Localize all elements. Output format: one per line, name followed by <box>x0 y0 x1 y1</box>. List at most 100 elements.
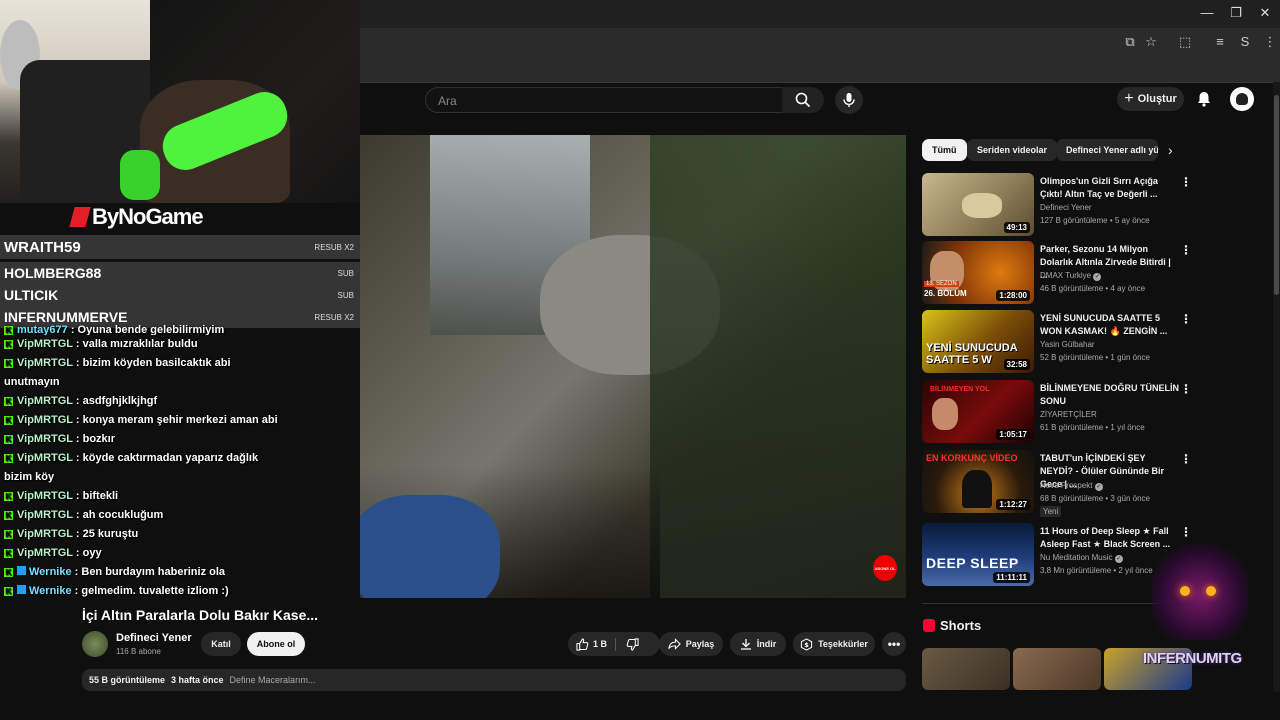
chip-all[interactable]: Tümü <box>922 139 967 161</box>
sub-tag: RESUB X2 <box>314 312 354 322</box>
chat-message: K VipMRTGL : köyde caktırmadan yaparız da… <box>4 452 259 483</box>
video-thumbnail[interactable]: 13. SEZON 26. BÖLÜM 1:28:00 <box>922 241 1034 304</box>
profile-icon[interactable]: S <box>1237 34 1253 50</box>
more-vertical-icon[interactable]: ⋮ <box>1180 175 1192 189</box>
recommendation-item[interactable]: 49:13 Olimpos'un Gizli Sırrı Açığa Çıktı… <box>922 173 1192 239</box>
video-thumbnail[interactable]: BİLİNMEYEN YOL 1:05:17 <box>922 380 1034 443</box>
more-vertical-icon[interactable]: ⋮ <box>1180 243 1192 257</box>
plus-icon: + <box>1124 90 1134 107</box>
rec-channel[interactable]: ZİYARETÇİLER <box>1040 410 1097 419</box>
video-player[interactable]: ABONE OL <box>360 135 906 598</box>
thumb-face <box>932 398 958 430</box>
chat-text: 25 kuruştu <box>82 528 139 540</box>
channel-name[interactable]: Defineci Yener <box>116 632 192 644</box>
duration-badge: 11:11:11 <box>993 572 1030 583</box>
more-vertical-icon[interactable]: ⋮ <box>1180 452 1192 466</box>
chat-message: Kmutay677 : Oyuna bende gelebilirmiyim <box>4 325 225 335</box>
minimize-icon[interactable]: — <box>1197 4 1217 22</box>
channel-avatar[interactable] <box>82 631 108 657</box>
chat-message: K VipMRTGL : asdfghjklkjhgf <box>4 395 158 407</box>
short-thumbnail[interactable] <box>1013 648 1101 690</box>
chat-message: K VipMRTGL : ah cocukluğum <box>4 509 164 521</box>
thumb-text: 13. SEZON <box>924 281 959 287</box>
sub-tag: SUB <box>337 290 354 300</box>
thanks-button[interactable]: $ Teşekkürler <box>793 632 875 656</box>
like-button[interactable]: 1 B <box>576 637 617 651</box>
rec-channel[interactable]: Defineci Yener <box>1040 203 1092 212</box>
recommendation-item[interactable]: EN KORKUNÇ VİDEO 1:12:27 TABUT'un İÇİNDE… <box>922 450 1192 520</box>
chip-channel[interactable]: Defineci Yener adlı yü <box>1056 139 1158 161</box>
thumbs-down-icon <box>626 637 639 651</box>
rec-channel[interactable]: Yasin Gülbahar <box>1040 340 1095 349</box>
rec-title[interactable]: YENİ SUNUCUDA SAATTE 5 WON KASMAK! 🔥 ZEN… <box>1040 312 1180 338</box>
logo-eye-icon <box>1180 586 1190 596</box>
super-thanks-icon: $ <box>800 637 813 651</box>
more-vertical-icon[interactable]: ⋮ <box>1180 382 1192 396</box>
search-button[interactable] <box>782 87 824 113</box>
share-button[interactable]: Paylaş <box>659 632 723 656</box>
duration-badge: 1:28:00 <box>996 290 1030 301</box>
chat-username: VipMRTGL <box>17 547 73 559</box>
chip-series[interactable]: Seriden videolar <box>967 139 1058 161</box>
more-vertical-icon[interactable]: ⋮ <box>1180 312 1192 326</box>
account-avatar[interactable] <box>1230 87 1254 111</box>
download-icon <box>740 639 751 650</box>
chat-text: asdfghjklkjhgf <box>82 395 158 407</box>
sub-name: INFERNUMMERVE <box>4 309 128 325</box>
verified-icon: ✓ <box>1094 483 1103 491</box>
kick-badge-icon: K <box>4 511 13 520</box>
recommendation-item[interactable]: 13. SEZON 26. BÖLÜM 1:28:00 Parker, Sezo… <box>922 241 1192 307</box>
scrollbar-thumb[interactable] <box>1274 95 1279 295</box>
close-icon[interactable]: ✕ <box>1255 4 1275 22</box>
short-thumbnail[interactable] <box>922 648 1010 690</box>
chat-username: VipMRTGL <box>17 395 73 407</box>
notifications-bell-icon[interactable] <box>1195 90 1213 108</box>
rec-meta: 46 B görüntüleme • 4 ay önce <box>1040 284 1146 293</box>
restore-icon[interactable]: ❐ <box>1226 4 1246 22</box>
rec-channel[interactable]: DMAX Turkiye ✓ <box>1040 271 1102 281</box>
twitch-badge-icon <box>17 566 26 575</box>
sub-name: WRAITH59 <box>4 238 81 256</box>
download-button[interactable]: İndir <box>730 632 786 656</box>
rec-title[interactable]: BİLİNMEYENE DOĞRU TÜNELİN SONU <box>1040 382 1180 408</box>
thumb-text: 26. BÖLÜM <box>924 289 967 298</box>
subscribe-watermark[interactable]: ABONE OL <box>873 555 897 581</box>
recommendation-item[interactable]: BİLİNMEYEN YOL 1:05:17 BİLİNMEYENE DOĞRU… <box>922 380 1192 446</box>
streamer-logo-icon <box>1152 540 1248 640</box>
chat-message: K VipMRTGL : bozkır <box>4 433 116 445</box>
video-thumbnail[interactable]: EN KORKUNÇ VİDEO 1:12:27 <box>922 450 1034 513</box>
rec-channel[interactable]: Nova Prospekt ✓ <box>1040 481 1103 491</box>
subscribe-button[interactable]: Abone ol <box>247 632 305 656</box>
search-box[interactable] <box>425 87 784 113</box>
extensions-icon[interactable]: ⬚ <box>1177 34 1193 50</box>
media-control-icon[interactable]: ≡ <box>1212 34 1228 50</box>
create-button[interactable]: + Oluştur <box>1117 87 1184 111</box>
video-thumbnail[interactable]: DEEP SLEEP 11:11:11 <box>922 523 1034 586</box>
sub-tag: RESUB X2 <box>314 242 354 252</box>
description-box[interactable]: 55 B görüntüleme 3 hafta önce Define Mac… <box>82 669 906 691</box>
chat-username: Wernike <box>29 585 72 597</box>
rec-meta: 3,8 Mn görüntüleme • 2 yıl önce <box>1040 566 1153 575</box>
chat-text: bozkır <box>82 433 116 445</box>
video-thumbnail[interactable]: 49:13 <box>922 173 1034 236</box>
more-actions-button[interactable]: ••• <box>882 632 906 656</box>
headset-earcup <box>120 150 160 200</box>
recommendation-item[interactable]: YENİ SUNUCUDA SAATTE 5 W 32:58 YENİ SUNU… <box>922 310 1192 376</box>
logo-eye-icon <box>1206 586 1216 596</box>
dislike-button[interactable] <box>616 637 639 651</box>
chat-username: VipMRTGL <box>17 338 73 350</box>
download-label: İndir <box>756 639 777 649</box>
video-thumbnail[interactable]: YENİ SUNUCUDA SAATTE 5 W 32:58 <box>922 310 1034 373</box>
install-app-icon[interactable]: ⧉ <box>1122 34 1138 50</box>
chat-message: K VipMRTGL : konya meram şehir merkezi am… <box>4 414 278 426</box>
rec-title[interactable]: Olimpos'un Gizli Sırrı Açığa Çıktı! Altı… <box>1040 175 1180 201</box>
menu-dots-icon[interactable]: ⋮ <box>1262 34 1278 50</box>
more-vertical-icon[interactable]: ⋮ <box>1180 525 1192 539</box>
bookmark-star-icon[interactable]: ☆ <box>1143 34 1159 50</box>
voice-search-button[interactable] <box>835 86 863 114</box>
rec-channel[interactable]: Nu Meditation Music ✓ <box>1040 553 1123 563</box>
chevron-right-icon[interactable]: › <box>1168 142 1173 158</box>
chat-message: K VipMRTGL : 25 kuruştu <box>4 528 139 540</box>
search-input[interactable] <box>436 93 760 109</box>
join-button[interactable]: Katıl <box>201 632 241 656</box>
